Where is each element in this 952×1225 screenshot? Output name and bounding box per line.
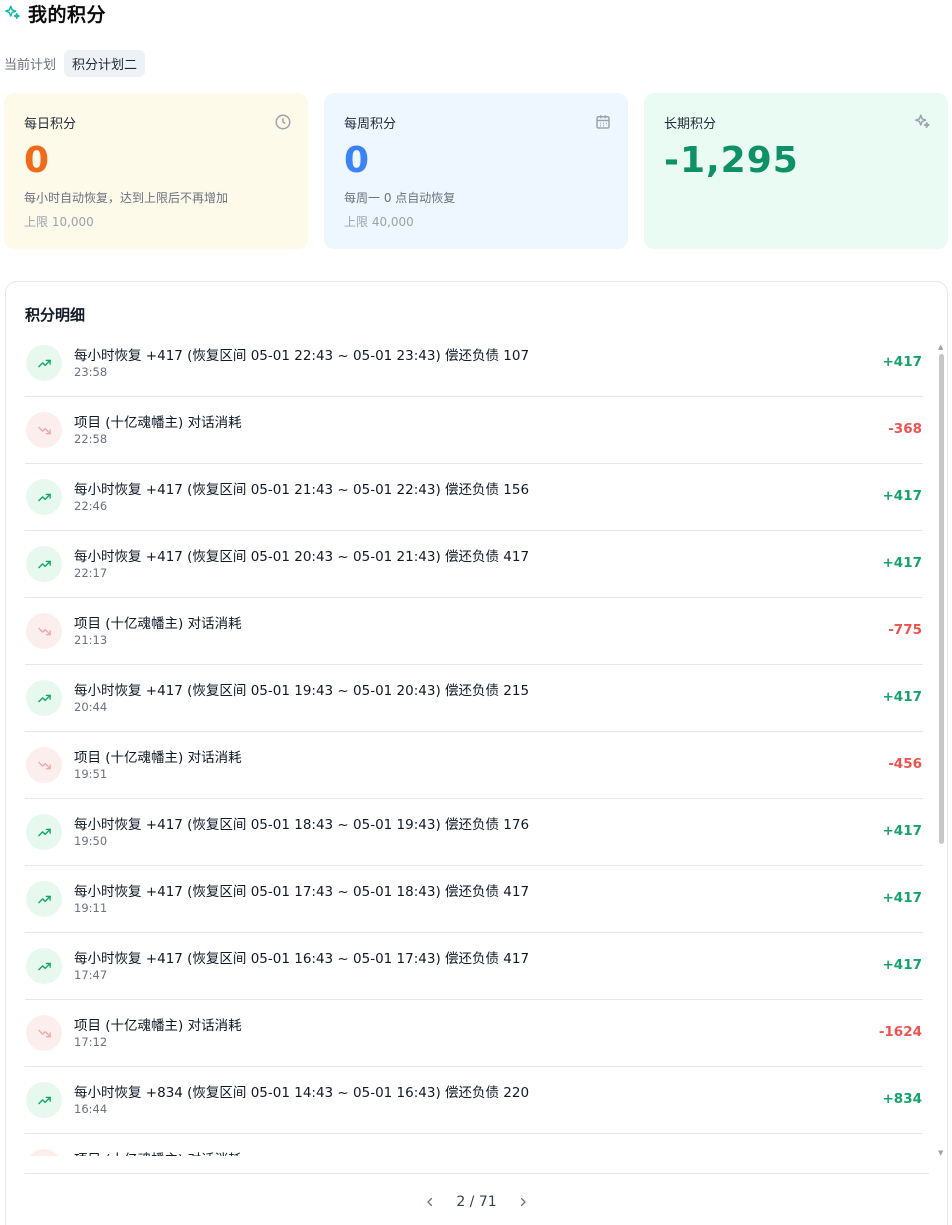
longterm-points-value: -1,295 [664, 140, 799, 181]
detail-row-amount: +417 [882, 488, 923, 504]
detail-row-amount: -1624 [878, 1024, 922, 1040]
points-summary-cards: 每日积分 0 每小时自动恢复，达到上限后不再增加 上限 10,000 每周积分 … [4, 93, 948, 249]
daily-points-card: 每日积分 0 每小时自动恢复，达到上限后不再增加 上限 10,000 [4, 93, 308, 249]
detail-row: 每小时恢复 +417 (恢复区间 05-01 19:43 ~ 05-01 20:… [25, 665, 923, 732]
detail-row-desc: 项目 (十亿魂幡主) 对话消耗 [74, 1148, 242, 1156]
trending-up-icon [26, 546, 62, 582]
chevron-left-icon[interactable] [422, 1194, 438, 1210]
trending-down-icon [26, 1149, 62, 1156]
trending-up-icon [26, 948, 62, 984]
detail-row-desc: 项目 (十亿魂幡主) 对话消耗 [74, 415, 242, 431]
trending-down-icon [26, 613, 62, 649]
detail-row-amount: +417 [882, 823, 923, 839]
weekly-points-title: 每周积分 [344, 117, 397, 132]
detail-row-time: 19:50 [74, 834, 108, 848]
longterm-points-title: 长期积分 [664, 117, 717, 132]
detail-row: 每小时恢复 +417 (恢复区间 05-01 21:43 ~ 05-01 22:… [25, 464, 923, 531]
detail-row-time: 22:17 [74, 566, 108, 580]
detail-row-desc: 每小时恢复 +417 (恢复区间 05-01 20:43 ~ 05-01 21:… [74, 549, 530, 565]
detail-row-time: 21:13 [74, 633, 108, 647]
points-detail-panel: 积分明细 每小时恢复 +417 (恢复区间 05-01 22:43 ~ 05-0… [5, 281, 948, 1225]
plan-selector-row: 当前计划 积分计划二 [4, 49, 146, 77]
detail-row-time: 22:58 [74, 432, 108, 446]
points-detail-list[interactable]: 每小时恢复 +417 (恢复区间 05-01 22:43 ~ 05-01 23:… [25, 330, 923, 1156]
detail-row-desc: 项目 (十亿魂幡主) 对话消耗 [74, 616, 242, 632]
daily-points-title: 每日积分 [24, 117, 77, 132]
detail-row-desc: 项目 (十亿魂幡主) 对话消耗 [74, 750, 242, 766]
detail-row-amount: -368 [888, 421, 922, 437]
detail-row-amount: -456 [888, 756, 922, 772]
sparkles-icon [915, 114, 930, 128]
detail-row-time: 19:11 [74, 901, 108, 915]
pagination: 2 / 71 [6, 1194, 947, 1210]
detail-row-amount: -775 [888, 622, 922, 638]
detail-row-desc: 每小时恢复 +417 (恢复区间 05-01 16:43 ~ 05-01 17:… [74, 951, 530, 967]
detail-row-amount: +417 [882, 354, 923, 370]
trending-down-icon [26, 747, 62, 783]
detail-row-time: 19:51 [74, 767, 108, 781]
detail-row-desc: 每小时恢复 +417 (恢复区间 05-01 18:43 ~ 05-01 19:… [74, 817, 530, 833]
trending-up-icon [26, 345, 62, 381]
clock-icon [275, 114, 291, 130]
calendar-icon [596, 115, 610, 129]
trending-up-icon [26, 479, 62, 515]
detail-row-time: 16:44 [74, 1102, 108, 1116]
detail-row: 项目 (十亿魂幡主) 对话消耗 22:58 -368 [25, 397, 923, 464]
detail-row-amount: +417 [882, 689, 923, 705]
trending-down-icon [26, 1015, 62, 1051]
detail-row-time: 22:46 [74, 499, 108, 513]
detail-row-desc: 每小时恢复 +417 (恢复区间 05-01 22:43 ~ 05-01 23:… [74, 348, 530, 364]
detail-row-time: 23:58 [74, 365, 108, 379]
weekly-points-limit: 上限 40,000 [344, 215, 414, 229]
detail-row: 项目 (十亿魂幡主) 对话消耗 17:12 -1624 [25, 1000, 923, 1067]
page-title: 我的积分 [28, 3, 107, 26]
trending-down-icon [26, 412, 62, 448]
scroll-down-icon[interactable]: ▼ [938, 1150, 944, 1157]
detail-row-amount: +834 [882, 1091, 923, 1107]
detail-row-desc: 每小时恢复 +417 (恢复区间 05-01 19:43 ~ 05-01 20:… [74, 683, 530, 699]
detail-row: 每小时恢复 +417 (恢复区间 05-01 16:43 ~ 05-01 17:… [25, 933, 923, 1000]
detail-row-time: 17:12 [74, 1035, 108, 1049]
detail-row-desc: 每小时恢复 +417 (恢复区间 05-01 21:43 ~ 05-01 22:… [74, 482, 530, 498]
scroll-up-icon[interactable]: ▲ [938, 344, 944, 351]
daily-points-desc: 每小时自动恢复，达到上限后不再增加 [24, 191, 229, 205]
detail-row-time: 20:44 [74, 700, 108, 714]
detail-row: 项目 (十亿魂幡主) 对话消耗 [25, 1134, 923, 1156]
detail-row-amount: +417 [882, 957, 923, 973]
weekly-points-desc: 每周一 0 点自动恢复 [344, 191, 456, 205]
trending-up-icon [26, 881, 62, 917]
weekly-points-value: 0 [344, 140, 370, 181]
weekly-points-card: 每周积分 0 每周一 0 点自动恢复 上限 40,000 [324, 93, 628, 249]
trending-up-icon [26, 1082, 62, 1118]
page-header: 我的积分 [4, 0, 106, 26]
detail-row-desc: 项目 (十亿魂幡主) 对话消耗 [74, 1018, 242, 1034]
trending-up-icon [26, 680, 62, 716]
detail-row-amount: +417 [882, 555, 923, 571]
detail-row-desc: 每小时恢复 +417 (恢复区间 05-01 17:43 ~ 05-01 18:… [74, 884, 530, 900]
daily-points-limit: 上限 10,000 [24, 215, 94, 229]
detail-row: 项目 (十亿魂幡主) 对话消耗 21:13 -775 [25, 598, 923, 665]
plan-chip[interactable]: 积分计划二 [64, 49, 146, 77]
points-detail-title: 积分明细 [25, 306, 86, 324]
detail-row: 项目 (十亿魂幡主) 对话消耗 19:51 -456 [25, 732, 923, 799]
chevron-right-icon[interactable] [515, 1194, 531, 1210]
page-indicator: 2 / 71 [456, 1194, 497, 1210]
detail-row: 每小时恢复 +834 (恢复区间 05-01 14:43 ~ 05-01 16:… [25, 1067, 923, 1134]
detail-row: 每小时恢复 +417 (恢复区间 05-01 20:43 ~ 05-01 21:… [25, 531, 923, 598]
sparkles-icon [5, 5, 20, 19]
pager-divider [25, 1173, 929, 1174]
detail-row-time: 17:47 [74, 968, 108, 982]
plan-label: 当前计划 [4, 57, 57, 73]
trending-up-icon [26, 814, 62, 850]
longterm-points-card: 长期积分 -1,295 [644, 93, 948, 249]
list-scrollbar[interactable]: ▲ ▼ [938, 344, 944, 1157]
detail-row-amount: +417 [882, 890, 923, 906]
daily-points-value: 0 [24, 140, 50, 181]
detail-row: 每小时恢复 +417 (恢复区间 05-01 18:43 ~ 05-01 19:… [25, 799, 923, 866]
scrollbar-thumb[interactable] [939, 354, 944, 844]
detail-row: 每小时恢复 +417 (恢复区间 05-01 22:43 ~ 05-01 23:… [25, 330, 923, 397]
detail-row-desc: 每小时恢复 +834 (恢复区间 05-01 14:43 ~ 05-01 16:… [74, 1085, 530, 1101]
detail-row: 每小时恢复 +417 (恢复区间 05-01 17:43 ~ 05-01 18:… [25, 866, 923, 933]
